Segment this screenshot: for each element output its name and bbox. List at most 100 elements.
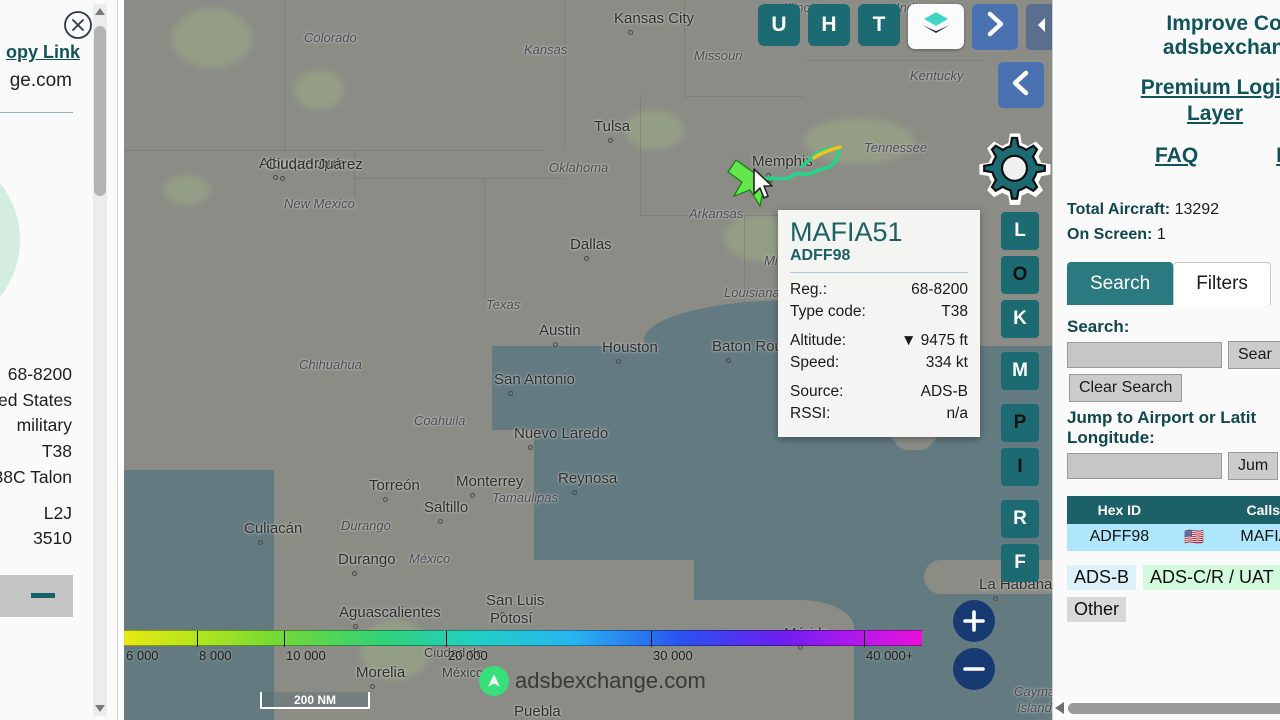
city-marker-dot	[370, 684, 375, 689]
altitude-tick	[284, 631, 285, 647]
popup-row: Speed: 334 kt	[790, 352, 968, 374]
sidebar-header: Improve Cov adsbexchang Premium Login: n…	[1067, 0, 1280, 168]
scroll-down-icon[interactable]	[95, 705, 105, 712]
photo-background-blob	[0, 150, 20, 330]
search-label: Search:	[1067, 316, 1130, 336]
close-icon	[64, 11, 92, 39]
jump-input[interactable]	[1067, 452, 1222, 479]
jump-button[interactable]: Jum	[1228, 451, 1279, 480]
on-screen-row: On Screen: 1	[1067, 223, 1280, 248]
popup-row-value: T38	[941, 303, 968, 321]
map-zoom-controls	[953, 600, 995, 690]
altitude-label-40000: 40 000+	[866, 648, 914, 663]
tab-search[interactable]: Search	[1067, 261, 1174, 305]
search-input[interactable]	[1067, 341, 1222, 368]
aircraft-spec-row: 3510	[33, 528, 72, 549]
city-marker-dot	[470, 493, 475, 498]
search-input-row: Sear	[1067, 340, 1280, 369]
aircraft-photo-container	[0, 130, 80, 330]
improve-coverage-line1: Improve Cov	[1166, 12, 1280, 35]
aircraft-spec-row: L2J	[43, 502, 72, 523]
side-button-o[interactable]: O	[1001, 256, 1039, 294]
aircraft-table[interactable]: Hex IDCallsignType ADFF98🇺🇸MAFIA51T38	[1067, 495, 1280, 551]
city-marker-dot	[553, 342, 558, 347]
side-button-r[interactable]: R	[1001, 500, 1039, 538]
improve-coverage-link[interactable]: adsbexchang	[1067, 36, 1280, 60]
layer-link[interactable]: Layer	[1067, 102, 1280, 126]
map-link[interactable]: Ma	[1276, 144, 1280, 168]
zoom-in-button[interactable]	[953, 600, 995, 642]
side-button-m[interactable]: M	[1001, 352, 1039, 390]
scrollbar-thumb[interactable]	[94, 26, 106, 196]
copy-link-button[interactable]: opy Link	[0, 42, 80, 63]
search-button[interactable]: Sear	[1228, 340, 1280, 369]
expand-right-button[interactable]	[972, 4, 1018, 50]
table-header-cell[interactable]: Callsign	[1216, 495, 1280, 524]
table-header-cell[interactable]	[1170, 495, 1218, 524]
military-filter-button[interactable]: U	[758, 4, 800, 46]
premium-login-link[interactable]: Premium Login: n	[1067, 76, 1280, 100]
map-scale-label: 200 NM	[293, 692, 337, 707]
aircraft-spec-row: -38C Talon	[0, 466, 72, 487]
faq-link[interactable]: FAQ	[1155, 144, 1198, 168]
aircraft-detail-panel[interactable]: opy Link ge.com 68-8200nited Statesmi	[0, 0, 118, 720]
popup-row-value: n/a	[946, 405, 968, 423]
total-aircraft-row: Total Aircraft: 13292	[1067, 198, 1280, 223]
sidebar-horizontal-scrollbar[interactable]	[1053, 700, 1280, 716]
minus-icon	[31, 593, 55, 598]
on-screen-value: 1	[1156, 225, 1166, 243]
city-marker-dot	[438, 519, 443, 524]
popup-row-value: 68-8200	[911, 281, 968, 299]
zoom-out-button[interactable]	[953, 648, 995, 690]
city-marker-dot	[616, 359, 621, 364]
total-aircraft-label: Total Aircraft:	[1067, 201, 1171, 218]
altitude-tick	[446, 631, 447, 647]
altitude-label-10000: 10 000	[286, 648, 326, 663]
map-side-buttons: LOKMPIRF	[1001, 212, 1039, 582]
hscrollbar-thumb[interactable]	[1068, 702, 1280, 714]
table-row[interactable]: ADFF98🇺🇸MAFIA51T38	[1067, 522, 1280, 551]
aircraft-info-popup[interactable]: MAFIA51 ADFF98 Reg.: 68-8200 Type code: T38…	[778, 210, 980, 438]
aircraft-counts: Total Aircraft: 13292 On Screen: 1	[1067, 198, 1280, 248]
altitude-tick	[197, 631, 198, 647]
settings-button[interactable]	[973, 128, 1051, 206]
clear-search-button[interactable]: Clear Search	[1069, 373, 1183, 402]
layers-button[interactable]	[908, 4, 964, 49]
side-button-f[interactable]: F	[1001, 544, 1039, 582]
popup-row-value: ▼ 9475 ft	[900, 332, 968, 350]
panel-domain-text: ge.com	[9, 70, 72, 91]
tab-filters[interactable]: Filters	[1173, 261, 1271, 305]
layers-icon	[919, 8, 953, 45]
sidebar-panel[interactable]: Improve Cov adsbexchang Premium Login: n…	[1052, 0, 1280, 720]
side-button-k[interactable]: K	[1001, 300, 1039, 338]
aircraft-spec-row: 68-8200	[7, 364, 72, 384]
side-button-l[interactable]: L	[1001, 212, 1039, 250]
altitude-label-30000: 30 000	[653, 648, 693, 663]
close-panel-button[interactable]	[63, 10, 93, 40]
back-button[interactable]	[998, 62, 1044, 108]
country-flag-icon: 🇺🇸	[1170, 522, 1218, 551]
total-aircraft-value: 13292	[1174, 201, 1220, 218]
trail-button[interactable]: T	[858, 4, 900, 46]
popup-row: Reg.: 68-8200	[790, 279, 968, 301]
jump-input-row: Jum	[1067, 451, 1280, 480]
popup-row-label: Reg.:	[790, 281, 828, 299]
adsbexchange-logo-icon	[479, 666, 509, 696]
scroll-up-icon[interactable]	[95, 8, 105, 15]
on-screen-label: On Screen:	[1067, 225, 1153, 243]
scroll-left-icon[interactable]	[1055, 702, 1064, 714]
panel-scrollbar[interactable]	[93, 4, 107, 716]
table-cell: MAFIA51	[1216, 522, 1280, 551]
popup-row-value: 334 kt	[925, 354, 968, 372]
table-header-cell[interactable]: Hex ID	[1067, 495, 1172, 524]
city-marker-dot	[584, 256, 589, 261]
map-scale-bar: 200 NM	[260, 692, 370, 709]
side-button-i[interactable]: I	[1001, 448, 1039, 486]
watermark-text: adsbexchange.com	[515, 668, 706, 693]
city-marker-dot	[500, 612, 505, 617]
side-button-p[interactable]: P	[1001, 404, 1039, 442]
altitude-tick	[864, 631, 865, 647]
heatmap-button[interactable]: H	[808, 4, 850, 46]
panel-toolbar-strip[interactable]	[0, 575, 73, 617]
popup-callsign: MAFIA51	[790, 217, 903, 247]
